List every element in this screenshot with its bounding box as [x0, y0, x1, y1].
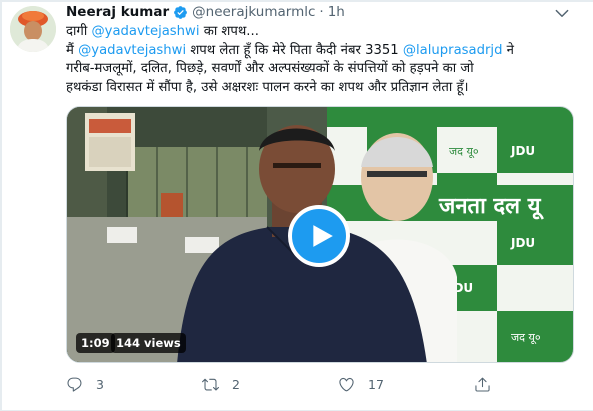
text-fragment: ने: [502, 42, 514, 58]
separator-dot: ·: [319, 4, 324, 20]
tweet-text: दागी @yadavtejashwi का शपथ... मैं @yadav…: [66, 23, 566, 97]
verified-badge-icon: [173, 5, 188, 20]
avatar-image: [10, 6, 56, 52]
text-fragment: मैं: [66, 42, 79, 58]
tweet-line-4: हथकंडा विरासत में सौंपा है, उसे अक्षरशः …: [66, 79, 469, 95]
poster-text-hindi: जद यू०: [449, 145, 479, 159]
text-fragment: शपथ लेता हूँ कि मेरे पिता कैदी नंबर 3351: [186, 42, 403, 58]
view-count: 144 views: [111, 333, 186, 353]
reply-button[interactable]: 3: [66, 374, 104, 394]
tweet-line-3: गरीब-मजलूमों, दलित, पिछड़े, सवर्णों और अ…: [66, 61, 474, 76]
action-bar: 3 2 17: [66, 374, 566, 394]
tweet-line-1: दागी @yadavtejashwi का शपथ...: [66, 23, 566, 42]
tweet-line-2: मैं @yadavtejashwi शपथ लेता हूँ कि मेरे …: [66, 42, 566, 61]
tweet-card[interactable]: Neeraj kumar @neerajkumarmlc · 1h दागी @…: [0, 0, 593, 411]
chevron-down-icon[interactable]: [553, 4, 571, 22]
retweet-button[interactable]: 2: [202, 374, 240, 394]
retweet-icon: [202, 378, 219, 390]
heart-icon: [339, 377, 354, 391]
avatar[interactable]: [10, 6, 56, 52]
play-button[interactable]: [288, 205, 350, 267]
display-name[interactable]: Neeraj kumar: [66, 4, 169, 20]
play-icon: [312, 225, 333, 247]
reply-count: 3: [96, 376, 104, 392]
text-fragment: का शपथ...: [199, 24, 259, 39]
like-count: 17: [368, 376, 384, 392]
mention-link[interactable]: @laluprasadrjd: [403, 43, 503, 58]
mention-link[interactable]: @yadavtejashwi: [78, 43, 186, 58]
poster-text-hindi-2: जद यू०: [511, 331, 541, 345]
mention-link[interactable]: @yadavtejashwi: [91, 24, 199, 39]
video-player[interactable]: जद यू० JDU जनता दल यू JDU JDU जद यू० 1:0…: [66, 106, 574, 363]
poster-text-jdu: JDU: [510, 144, 535, 158]
video-duration: 1:09: [76, 333, 115, 353]
share-button[interactable]: [474, 374, 491, 394]
retweet-count: 2: [232, 376, 240, 392]
user-handle[interactable]: @neerajkumarmlc: [192, 4, 315, 20]
like-button[interactable]: 17: [338, 374, 384, 394]
share-icon: [475, 377, 490, 392]
poster-text-jdu-2: JDU: [510, 236, 535, 250]
reply-icon: [67, 377, 82, 392]
tweet-header: Neeraj kumar @neerajkumarmlc · 1h: [66, 4, 345, 20]
poster-text-banner: जनता दल यू: [438, 194, 544, 220]
timestamp[interactable]: 1h: [328, 4, 345, 20]
text-fragment: दागी: [66, 24, 92, 39]
